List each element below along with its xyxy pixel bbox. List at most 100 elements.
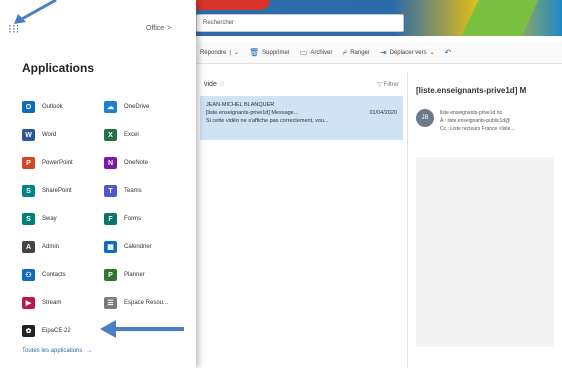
resources-icon: ☰ bbox=[104, 297, 117, 309]
message-list: vide ☆ ▽ Filtrer JEAN-MICHEL BLANQUER [l… bbox=[196, 72, 408, 368]
app-outlook[interactable]: O Outlook bbox=[22, 101, 63, 113]
reply-dropdown-icon[interactable]: ⌄ bbox=[234, 49, 239, 56]
sway-icon: S bbox=[22, 213, 35, 225]
app-label: Outlook bbox=[42, 104, 63, 110]
app-label: Word bbox=[42, 132, 57, 138]
app-label: Contacts bbox=[42, 272, 66, 278]
chevron-right-icon: > bbox=[167, 25, 172, 32]
list-header: vide ☆ ▽ Filtrer bbox=[196, 72, 407, 94]
app-label: PowerPoint bbox=[42, 160, 73, 166]
contacts-icon: ⚇ bbox=[22, 269, 35, 281]
archive-button[interactable]: ▭ Archiver bbox=[300, 48, 333, 57]
app-label: Sway bbox=[42, 216, 57, 222]
app-label: Stream bbox=[42, 300, 62, 306]
app-label: Planner bbox=[124, 272, 145, 278]
admin-icon: A bbox=[22, 241, 35, 253]
search-input[interactable]: Rechercher bbox=[196, 14, 404, 32]
app-label: OneNote bbox=[124, 160, 149, 166]
app-admin[interactable]: A Admin bbox=[22, 241, 59, 253]
reading-pane: [liste.enseignants-prive1d] M JB liste.e… bbox=[408, 72, 562, 368]
mail-subject: [liste.enseignants-prive1d] Message... bbox=[206, 110, 299, 116]
app-label: Excel bbox=[124, 132, 139, 138]
broom-icon: ⌿ bbox=[342, 47, 348, 57]
delete-label: Supprimer bbox=[262, 49, 290, 56]
cc-line: Cc : Liste recteurs France <liste... bbox=[440, 126, 515, 132]
app-sharepoint[interactable]: S SharePoint bbox=[22, 185, 72, 197]
sweep-label: Ranger bbox=[350, 49, 370, 56]
app-onedrive[interactable]: ☁ OneDrive bbox=[104, 101, 149, 113]
filter-button[interactable]: ▽ Filtrer bbox=[377, 81, 399, 88]
all-apps-link[interactable]: Toutes les applications → bbox=[22, 348, 92, 354]
calendar-icon: ▦ bbox=[104, 241, 117, 253]
app-calendar[interactable]: ▦ Calendrier bbox=[104, 241, 152, 253]
to-line: À : liste.enseignants-public1d@ bbox=[440, 118, 511, 124]
app-stream[interactable]: ▶ Stream bbox=[22, 297, 61, 309]
app-label: Admin bbox=[42, 244, 60, 250]
sender-line: liste.enseignants-prive1d no bbox=[440, 110, 503, 116]
app-powerpoint[interactable]: P PowerPoint bbox=[22, 157, 73, 169]
mail-preview: Si cette vidéo ne s'affiche pas correcte… bbox=[206, 118, 329, 124]
app-label: EipaCE 22 bbox=[42, 328, 71, 334]
app-label: Forms bbox=[124, 216, 141, 222]
mail-sender: JEAN-MICHEL BLANQUER bbox=[206, 102, 275, 108]
app-eipace[interactable]: ✿ EipaCE 22 bbox=[22, 325, 71, 337]
sweep-button[interactable]: ⌿ Ranger bbox=[342, 48, 370, 58]
list-item[interactable]: JEAN-MICHEL BLANQUER [liste.enseignants-… bbox=[200, 96, 403, 140]
reply-button[interactable]: Répondre | ⌄ bbox=[200, 49, 239, 57]
app-onenote[interactable]: N OneNote bbox=[104, 157, 148, 169]
app-label: SharePoint bbox=[42, 188, 72, 194]
onedrive-icon: ☁ bbox=[104, 101, 117, 113]
forms-icon: F bbox=[104, 213, 117, 225]
app-launcher-panel: ⁝⁝⁝ Office > Applications O Outlook ☁ OneDr… bbox=[0, 0, 196, 368]
reply-separator: | bbox=[229, 49, 231, 56]
trash-icon: 🗑 bbox=[248, 48, 260, 57]
reading-header: JB liste.enseignants-prive1d no À : list… bbox=[408, 105, 562, 137]
app-sway[interactable]: S Sway bbox=[22, 213, 57, 225]
arrow-right-icon: → bbox=[86, 348, 93, 354]
recipient-lines: liste.enseignants-prive1d no À : liste.e… bbox=[440, 109, 515, 133]
teams-icon: T bbox=[104, 185, 117, 197]
decorative-band-green bbox=[461, 0, 539, 36]
reading-subject: [liste.enseignants-prive1d] M bbox=[416, 86, 527, 95]
delete-button[interactable]: 🗑 Supprimer bbox=[249, 48, 290, 57]
app-forms[interactable]: F Forms bbox=[104, 213, 141, 225]
app-resources[interactable]: ☰ Espace Resou... bbox=[104, 297, 168, 309]
message-body bbox=[416, 157, 554, 347]
app-excel[interactable]: X Excel bbox=[104, 129, 139, 141]
app-contacts[interactable]: ⚇ Contacts bbox=[22, 269, 66, 281]
move-icon: ⇥ bbox=[379, 48, 387, 57]
mail-date: 01/04/2020 bbox=[369, 110, 397, 116]
sharepoint-icon: S bbox=[22, 185, 35, 197]
annotation-arrow-waffle bbox=[14, 0, 57, 24]
archive-label: Archiver bbox=[310, 49, 333, 56]
app-word[interactable]: W Word bbox=[22, 129, 56, 141]
app-planner[interactable]: P Planner bbox=[104, 269, 145, 281]
move-button[interactable]: ⇥ Déplacer vers ⌄ bbox=[380, 48, 435, 57]
reply-label: Répondre bbox=[200, 49, 227, 56]
app-label: OneDrive bbox=[124, 104, 150, 110]
archive-icon: ▭ bbox=[299, 48, 308, 57]
command-ribbon: Répondre | ⌄ 🗑 Supprimer ▭ Archiver ⌿ Ra… bbox=[196, 42, 562, 64]
office-link[interactable]: Office > bbox=[146, 25, 171, 32]
planner-icon: P bbox=[104, 269, 117, 281]
move-dropdown-icon: ⌄ bbox=[429, 50, 435, 56]
onenote-icon: N bbox=[104, 157, 117, 169]
eipace-icon: ✿ bbox=[22, 325, 35, 337]
office-label: Office bbox=[146, 25, 165, 32]
annotation-arrow-eipace bbox=[100, 320, 184, 338]
app-teams[interactable]: T Teams bbox=[104, 185, 142, 197]
panel-title: Applications bbox=[22, 61, 95, 75]
all-apps-label: Toutes les applications bbox=[22, 348, 83, 354]
undo-icon[interactable]: ↶ bbox=[445, 48, 452, 57]
app-label: Calendrier bbox=[124, 244, 152, 250]
folder-title: vide ☆ bbox=[204, 81, 226, 88]
excel-icon: X bbox=[104, 129, 117, 141]
powerpoint-icon: P bbox=[22, 157, 35, 169]
app-label: Espace Resou... bbox=[124, 300, 169, 306]
stream-icon: ▶ bbox=[22, 297, 35, 309]
word-icon: W bbox=[22, 129, 35, 141]
outlook-icon: O bbox=[22, 101, 35, 113]
avatar[interactable]: JB bbox=[416, 109, 434, 127]
app-label: Teams bbox=[124, 188, 142, 194]
move-label: Déplacer vers bbox=[389, 49, 427, 56]
